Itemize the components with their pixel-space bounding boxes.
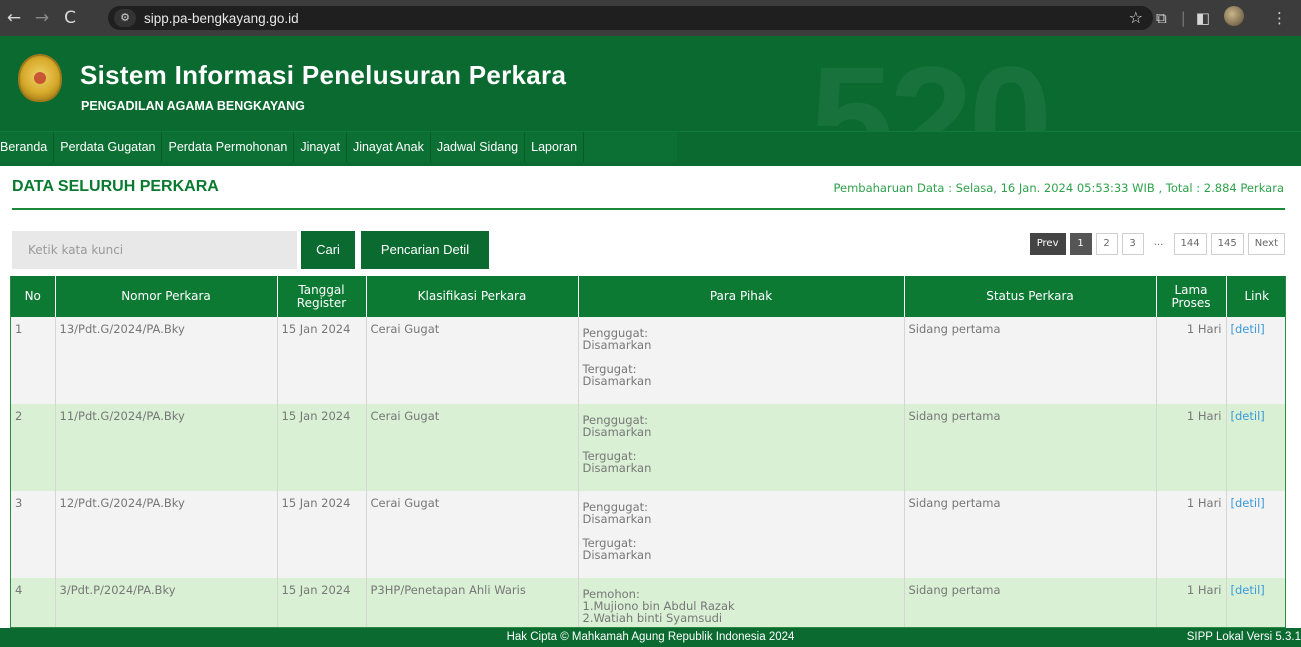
page-title: DATA SELURUH PERKARA <box>12 178 219 195</box>
site-header: 520 Sistem Informasi Penelusuran Perkara… <box>0 36 1301 131</box>
pagination: Prev 1 2 3 ... 144 145 Next <box>1026 233 1285 255</box>
footer-copyright: Hak Cipta © Mahkamah Agung Republik Indo… <box>506 631 795 643</box>
reload-icon[interactable]: C <box>56 8 84 28</box>
next-page-button[interactable]: Next <box>1247 233 1285 255</box>
menu-item-jadwal-sidang[interactable]: Jadwal Sidang <box>431 132 526 162</box>
footer-version: SIPP Lokal Versi 5.3.1 <box>1186 631 1301 643</box>
detail-link[interactable]: [detil] <box>1231 322 1265 336</box>
advanced-search-button[interactable]: Pencarian Detil <box>361 231 489 269</box>
cell-status: Sidang pertama <box>904 317 1157 404</box>
menu-item-laporan[interactable]: Laporan <box>525 132 585 162</box>
address-bar[interactable]: ⚙ sipp.pa-bengkayang.go.id ☆ <box>108 6 1153 30</box>
page-2-button[interactable]: 2 <box>1095 233 1118 255</box>
menu-item-perdata-permohonan[interactable]: Perdata Permohonan <box>162 132 295 162</box>
cases-table: No Nomor Perkara Tanggal Register Klasifi… <box>10 276 1286 628</box>
cell-pihak: Pemohon: 1.Mujiono bin Abdul Razak 2.Watia… <box>578 578 905 627</box>
cell-nomor: 12/Pdt.G/2024/PA.Bky <box>55 491 278 578</box>
cell-lama: 1 Hari <box>1156 404 1227 491</box>
page-3-button[interactable]: 3 <box>1121 233 1144 255</box>
search-button[interactable]: Cari <box>301 231 355 269</box>
header-watermark: 520 <box>810 36 1052 131</box>
search-input[interactable]: Ketik kata kunci <box>12 231 297 269</box>
title-divider <box>12 208 1285 210</box>
browser-actions: ⧉ | ◧ ⋮ <box>1156 0 1301 36</box>
cell-no: 2 <box>11 404 56 491</box>
cell-link: [detil] <box>1226 404 1285 491</box>
main-menu: Beranda Perdata Gugatan Perdata Permohon… <box>0 131 1301 166</box>
detail-link[interactable]: [detil] <box>1231 583 1265 597</box>
prev-page-button[interactable]: Prev <box>1029 233 1066 255</box>
table-row: 1 13/Pdt.G/2024/PA.Bky 15 Jan 2024 Cerai… <box>11 317 1285 404</box>
cell-klasifikasi: P3HP/Penetapan Ahli Waris <box>366 578 579 627</box>
cell-status: Sidang pertama <box>904 404 1157 491</box>
cell-klasifikasi: Cerai Gugat <box>366 491 579 578</box>
col-header-link: Link <box>1226 276 1285 317</box>
pagination-ellipsis: ... <box>1153 237 1164 248</box>
cell-tanggal: 15 Jan 2024 <box>277 491 367 578</box>
cell-nomor: 11/Pdt.G/2024/PA.Bky <box>55 404 278 491</box>
site-subtitle: PENGADILAN AGAMA BENGKAYANG <box>81 99 305 113</box>
back-arrow-icon[interactable]: ← <box>0 8 28 28</box>
browser-toolbar: ← → C ⚙ sipp.pa-bengkayang.go.id ☆ ⧉ | ◧… <box>0 0 1301 36</box>
page-1-button[interactable]: 1 <box>1069 233 1092 255</box>
col-header-nomor: Nomor Perkara <box>55 276 278 317</box>
table-row: 2 11/Pdt.G/2024/PA.Bky 15 Jan 2024 Cerai… <box>11 404 1285 491</box>
cell-status: Sidang pertama <box>904 491 1157 578</box>
address-url[interactable]: sipp.pa-bengkayang.go.id <box>144 11 299 26</box>
col-header-no: No <box>11 276 56 317</box>
page-145-button[interactable]: 145 <box>1210 233 1244 255</box>
profile-avatar-icon[interactable] <box>1224 6 1258 30</box>
site-title: Sistem Informasi Penelusuran Perkara <box>80 60 567 90</box>
detail-link[interactable]: [detil] <box>1231 409 1265 423</box>
side-panel-icon[interactable]: ◧ <box>1196 9 1210 27</box>
cell-lama: 1 Hari <box>1156 578 1227 627</box>
forward-arrow-icon[interactable]: → <box>28 8 56 28</box>
col-header-pihak: Para Pihak <box>578 276 905 317</box>
cell-link: [detil] <box>1226 317 1285 404</box>
toolbar-divider: | <box>1180 9 1186 27</box>
cell-klasifikasi: Cerai Gugat <box>366 317 579 404</box>
cell-pihak: Penggugat: Disamarkan Tergugat: Disamarkan <box>578 317 905 404</box>
table-row: 4 3/Pdt.P/2024/PA.Bky 15 Jan 2024 P3HP/P… <box>11 578 1285 627</box>
menu-item-perdata-gugatan[interactable]: Perdata Gugatan <box>54 132 163 162</box>
cell-klasifikasi: Cerai Gugat <box>366 404 579 491</box>
cell-tanggal: 15 Jan 2024 <box>277 578 367 627</box>
col-header-klasifikasi: Klasifikasi Perkara <box>366 276 579 317</box>
col-header-tanggal: Tanggal Register <box>277 276 367 317</box>
cell-link: [detil] <box>1226 578 1285 627</box>
bookmark-star-icon[interactable]: ☆ <box>1129 8 1143 27</box>
col-header-status: Status Perkara <box>904 276 1157 317</box>
extensions-icon[interactable]: ⧉ <box>1156 9 1167 27</box>
site-footer: Hak Cipta © Mahkamah Agung Republik Indo… <box>0 628 1301 647</box>
cell-status: Sidang pertama <box>904 578 1157 627</box>
cell-no: 4 <box>11 578 56 627</box>
table-header: No Nomor Perkara Tanggal Register Klasifi… <box>11 276 1285 317</box>
menu-item-jinayat-anak[interactable]: Jinayat Anak <box>347 132 431 162</box>
browser-menu-icon[interactable]: ⋮ <box>1272 9 1287 27</box>
site-info-icon[interactable]: ⚙ <box>114 9 136 27</box>
cell-lama: 1 Hari <box>1156 317 1227 404</box>
cell-lama: 1 Hari <box>1156 491 1227 578</box>
cell-no: 3 <box>11 491 56 578</box>
cell-nomor: 3/Pdt.P/2024/PA.Bky <box>55 578 278 627</box>
menu-item-jinayat[interactable]: Jinayat <box>294 132 347 162</box>
table-row: 3 12/Pdt.G/2024/PA.Bky 15 Jan 2024 Cerai… <box>11 491 1285 578</box>
court-logo-icon <box>18 54 62 102</box>
update-info: Pembaharuan Data : Selasa, 16 Jan. 2024 … <box>833 181 1284 195</box>
cell-tanggal: 15 Jan 2024 <box>277 404 367 491</box>
cell-no: 1 <box>11 317 56 404</box>
menu-item-beranda[interactable]: Beranda <box>0 132 55 162</box>
col-header-lama: Lama Proses <box>1156 276 1227 317</box>
cell-pihak: Penggugat: Disamarkan Tergugat: Disamarkan <box>578 491 905 578</box>
cell-pihak: Penggugat: Disamarkan Tergugat: Disamarkan <box>578 404 905 491</box>
detail-link[interactable]: [detil] <box>1231 496 1265 510</box>
cell-nomor: 13/Pdt.G/2024/PA.Bky <box>55 317 278 404</box>
cell-link: [detil] <box>1226 491 1285 578</box>
cell-tanggal: 15 Jan 2024 <box>277 317 367 404</box>
page-144-button[interactable]: 144 <box>1173 233 1207 255</box>
